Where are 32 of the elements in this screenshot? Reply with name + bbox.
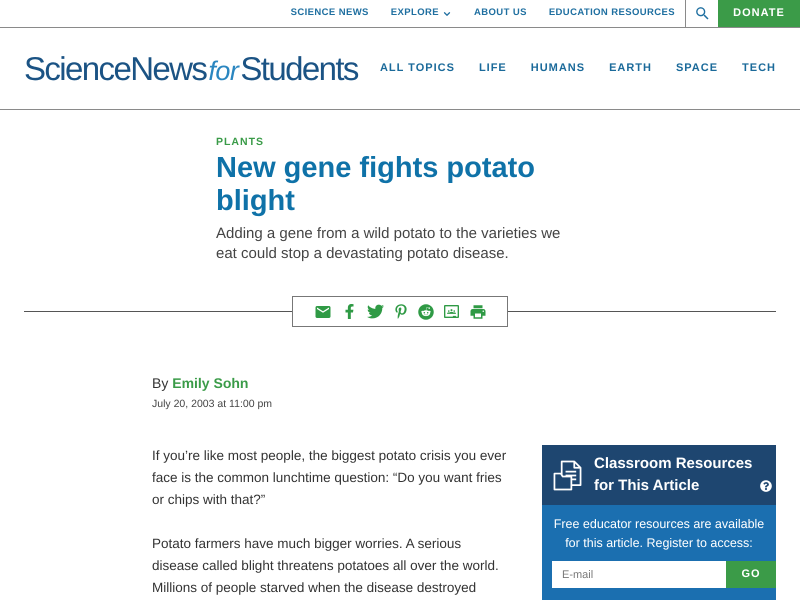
main-nav-link[interactable]: TECH [742, 60, 776, 77]
main-nav-link[interactable]: ALL TOPICS [380, 60, 455, 77]
pinterest-icon[interactable] [394, 304, 408, 319]
publish-date: July 20, 2003 at 11:00 pm [152, 397, 272, 412]
donate-button[interactable]: DONATE [718, 0, 800, 27]
main-nav-link[interactable]: SPACE [676, 60, 718, 77]
print-icon[interactable] [468, 302, 486, 320]
main-nav-link[interactable]: HUMANS [530, 60, 586, 77]
top-nav-link[interactable]: SCIENCE NEWS [290, 6, 369, 21]
go-button[interactable]: GO [726, 561, 776, 588]
top-nav-link[interactable]: ABOUT US [474, 6, 527, 21]
help-icon[interactable] [760, 480, 772, 492]
email-field[interactable]: E-mail [552, 561, 726, 588]
category-link[interactable]: PLANTS [216, 135, 264, 149]
article-subtitle: Adding a gene from a wild potato to the varieties we eat could stop a devastating potato disease. [216, 224, 562, 264]
reddit-icon[interactable] [418, 304, 434, 320]
main-nav-link[interactable]: EARTH [609, 60, 652, 77]
article-paragraph: Potato farmers have much bigger worries. A serious disease called blight threatens potatoes all over the world. Millions of people starved when the disease destroyed [152, 535, 500, 597]
sidebar-description: Free educator resources are available for this article. Register to access: [552, 516, 766, 552]
explore-dropdown[interactable]: EXPLORE [390, 6, 452, 21]
top-nav-link[interactable]: EDUCATION RESOURCES [548, 6, 675, 21]
author-link[interactable]: Emily Sohn [172, 375, 248, 391]
classroom-icon[interactable] [444, 304, 458, 319]
byline: By Emily Sohn [152, 374, 248, 393]
site-logo[interactable]: ScienceNewsforStudents [24, 52, 358, 85]
article-paragraph: If you’re like most people, the biggest potato crisis you ever face is the common lunchtime question: “Do you want fries or chips with that?” [152, 447, 508, 509]
documents-icon [553, 460, 582, 490]
search-icon [694, 5, 710, 22]
main-nav-link[interactable]: LIFE [478, 60, 507, 77]
twitter-icon[interactable] [366, 303, 384, 320]
article-title: New gene fights potato blight [216, 152, 536, 218]
sidebar-title: Classroom Resources for This Article [594, 454, 754, 496]
